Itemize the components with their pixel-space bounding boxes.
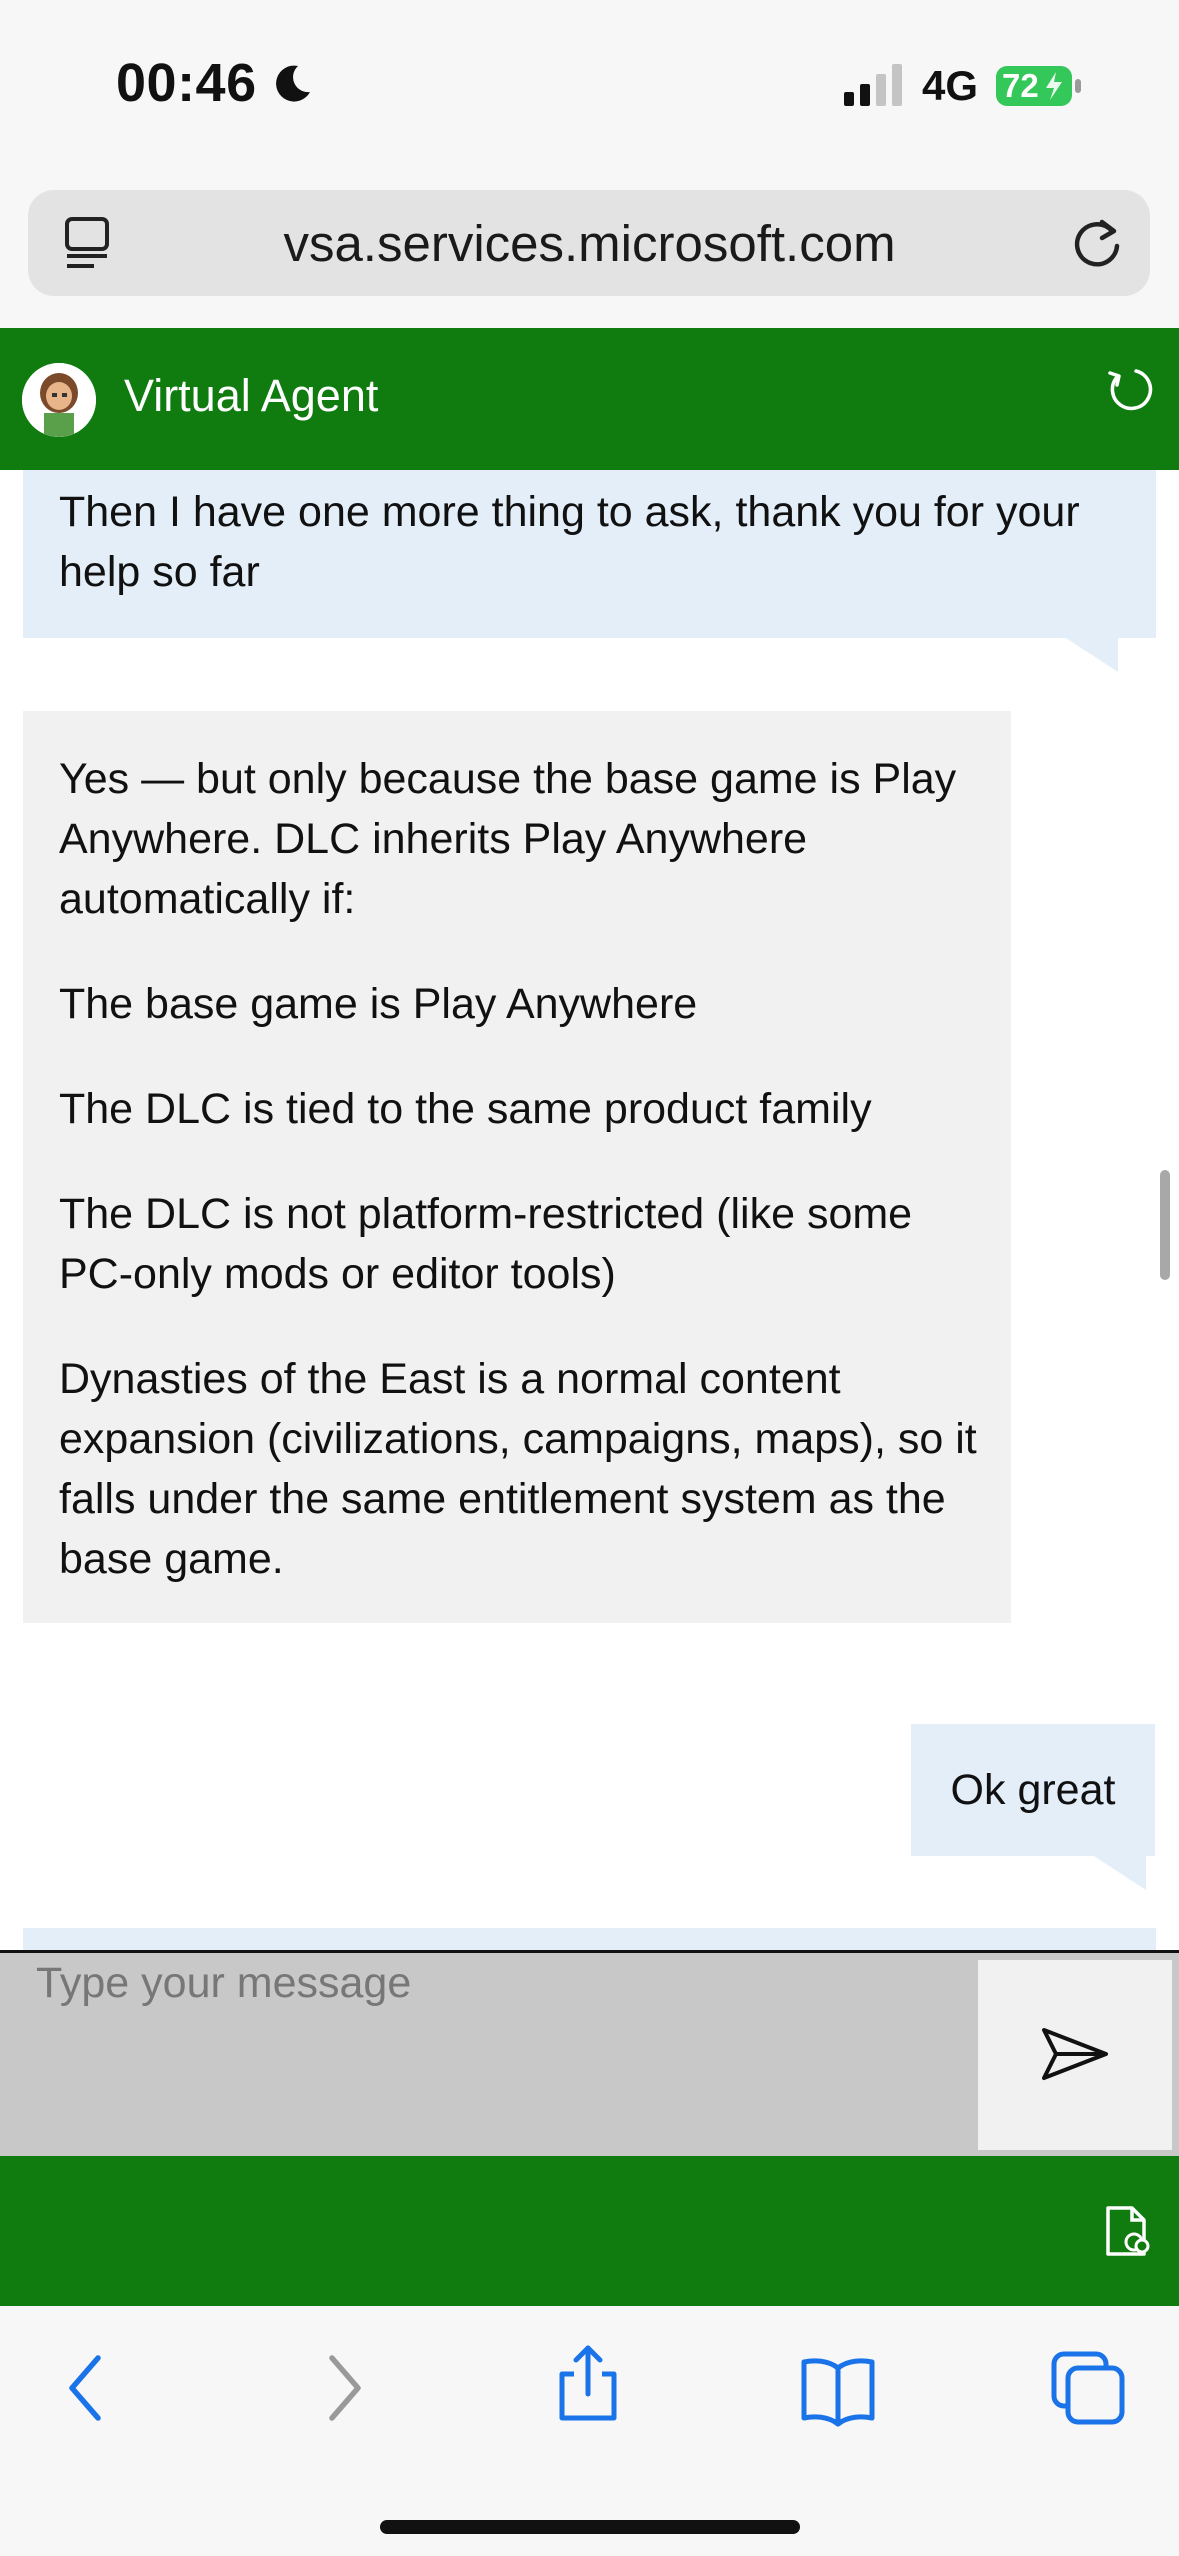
agent-message: Yes — but only because the base game is … xyxy=(23,711,1011,1623)
signal-icon xyxy=(844,64,902,106)
user-message: Ok great xyxy=(911,1724,1155,1856)
reload-icon[interactable] xyxy=(1070,216,1124,270)
user-message: Then I have one more thing to ask, thank… xyxy=(23,470,1156,638)
share-icon[interactable] xyxy=(548,2342,628,2422)
transcript-icon[interactable] xyxy=(1104,2204,1152,2258)
forward-icon[interactable] xyxy=(302,2348,382,2428)
message-text: Ok great xyxy=(950,1766,1116,1814)
user-message-partial xyxy=(23,1928,1156,1950)
message-text: Then I have one more thing to ask, thank… xyxy=(59,488,1080,596)
send-icon[interactable] xyxy=(1040,2024,1110,2084)
network-type: 4G xyxy=(922,62,979,109)
message-paragraph: The base game is Play Anywhere xyxy=(59,980,698,1028)
footer-band xyxy=(0,2156,1179,2306)
message-paragraph: The DLC is not platform-restricted (like… xyxy=(59,1190,913,1298)
back-icon[interactable] xyxy=(48,2348,128,2428)
status-time: 00:46 xyxy=(116,53,257,113)
bookmarks-icon[interactable] xyxy=(798,2348,878,2428)
avatar xyxy=(22,363,96,437)
restart-icon[interactable] xyxy=(1104,364,1154,414)
home-indicator xyxy=(380,2520,800,2534)
message-paragraph: Yes — but only because the base game is … xyxy=(59,755,957,923)
battery-icon: 72 xyxy=(996,66,1082,106)
chat-transcript[interactable]: Then I have one more thing to ask, thank… xyxy=(0,470,1179,1950)
message-tail xyxy=(1094,1856,1146,1890)
moon-icon xyxy=(276,65,310,102)
scrollbar[interactable] xyxy=(1160,1170,1170,1280)
agent-title: Virtual Agent xyxy=(124,370,379,421)
message-paragraph: Dynasties of the East is a normal conten… xyxy=(59,1355,977,1583)
tabs-icon[interactable] xyxy=(1048,2348,1128,2428)
message-input[interactable] xyxy=(0,1953,970,2153)
url-text[interactable]: vsa.services.microsoft.com xyxy=(0,214,1179,273)
battery-level: 72 xyxy=(1002,67,1039,104)
message-tail xyxy=(1066,638,1118,672)
message-paragraph: The DLC is tied to the same product fami… xyxy=(59,1085,872,1133)
